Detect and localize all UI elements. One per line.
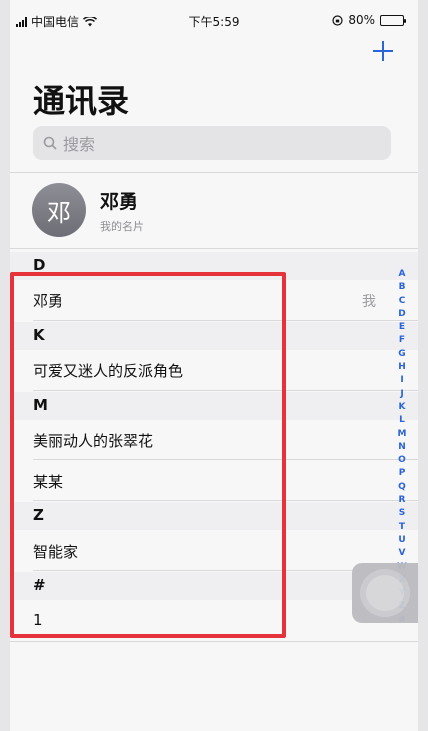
index-letter[interactable]: S bbox=[399, 507, 405, 520]
index-letter[interactable]: T bbox=[399, 521, 405, 534]
index-letter[interactable]: G bbox=[398, 348, 405, 361]
divider bbox=[33, 320, 418, 321]
index-letter[interactable]: H bbox=[398, 361, 406, 374]
index-letter[interactable]: F bbox=[399, 334, 405, 347]
index-letter[interactable]: I bbox=[400, 374, 403, 387]
assistive-touch-button[interactable] bbox=[352, 563, 418, 623]
avatar: 邓 bbox=[32, 183, 86, 237]
rotation-lock-icon bbox=[332, 14, 343, 26]
index-letter[interactable]: C bbox=[399, 295, 406, 308]
index-letter[interactable]: B bbox=[399, 281, 406, 294]
index-letter[interactable]: J bbox=[400, 388, 403, 401]
index-letter[interactable]: D bbox=[398, 308, 405, 321]
contact-name: 可爱又迷人的反派角色 bbox=[33, 362, 184, 380]
status-bar: 中国电信 下午5:59 80% bbox=[10, 0, 418, 42]
section-header-k: K bbox=[33, 326, 45, 344]
index-letter[interactable]: K bbox=[399, 401, 406, 414]
contact-row[interactable]: 智能家 bbox=[10, 541, 418, 562]
index-letter[interactable]: O bbox=[398, 454, 406, 467]
my-card-text: 邓勇 我的名片 bbox=[100, 187, 144, 234]
search-placeholder: 搜索 bbox=[63, 135, 96, 154]
contact-row[interactable]: 某某 bbox=[10, 471, 418, 492]
index-letter[interactable]: M bbox=[398, 428, 407, 441]
battery-icon bbox=[380, 14, 406, 26]
me-tag: 我 bbox=[362, 294, 376, 310]
page-title: 通讯录 bbox=[33, 82, 130, 120]
divider bbox=[33, 500, 418, 501]
divider bbox=[10, 641, 418, 642]
search-bar[interactable]: 搜索 bbox=[33, 126, 391, 160]
contact-row[interactable]: 可爱又迷人的反派角色 bbox=[10, 360, 418, 381]
contact-row[interactable]: 邓勇 bbox=[10, 290, 418, 311]
contacts-screen: 中国电信 下午5:59 80% 通讯录 搜索 邓 邓勇 我的名片 D 邓勇 我 … bbox=[10, 0, 418, 731]
contact-name: 邓勇 bbox=[33, 292, 64, 310]
index-letter[interactable]: A bbox=[399, 268, 406, 281]
index-letter[interactable]: U bbox=[398, 534, 405, 547]
divider bbox=[33, 459, 418, 460]
add-contact-button[interactable] bbox=[370, 38, 396, 64]
divider bbox=[10, 248, 418, 249]
section-header-z: Z bbox=[33, 506, 44, 524]
search-icon bbox=[43, 136, 57, 150]
index-letter[interactable]: L bbox=[399, 414, 405, 427]
my-card[interactable]: 邓 邓勇 我的名片 bbox=[32, 183, 144, 237]
contact-name: 某某 bbox=[33, 473, 64, 491]
index-letter[interactable]: V bbox=[399, 547, 406, 560]
index-letter[interactable]: Q bbox=[398, 481, 406, 494]
battery-percent: 80% bbox=[348, 13, 375, 27]
divider bbox=[10, 172, 418, 173]
index-letter[interactable]: N bbox=[398, 441, 406, 454]
index-letter[interactable]: R bbox=[399, 494, 406, 507]
section-header-m: M bbox=[33, 396, 48, 414]
section-header-d: D bbox=[33, 256, 46, 274]
index-letter[interactable]: P bbox=[399, 467, 406, 480]
my-card-subtitle: 我的名片 bbox=[100, 219, 144, 233]
contact-name: 智能家 bbox=[33, 543, 79, 561]
contact-name: 美丽动人的张翠花 bbox=[33, 432, 154, 450]
assistive-touch-icon bbox=[366, 575, 404, 611]
index-letter[interactable]: E bbox=[399, 321, 405, 334]
contact-name: 1 bbox=[33, 611, 43, 629]
contact-row[interactable]: 美丽动人的张翠花 bbox=[10, 430, 418, 451]
status-right: 80% bbox=[332, 13, 406, 27]
my-card-name: 邓勇 bbox=[100, 190, 139, 213]
divider bbox=[33, 390, 418, 391]
